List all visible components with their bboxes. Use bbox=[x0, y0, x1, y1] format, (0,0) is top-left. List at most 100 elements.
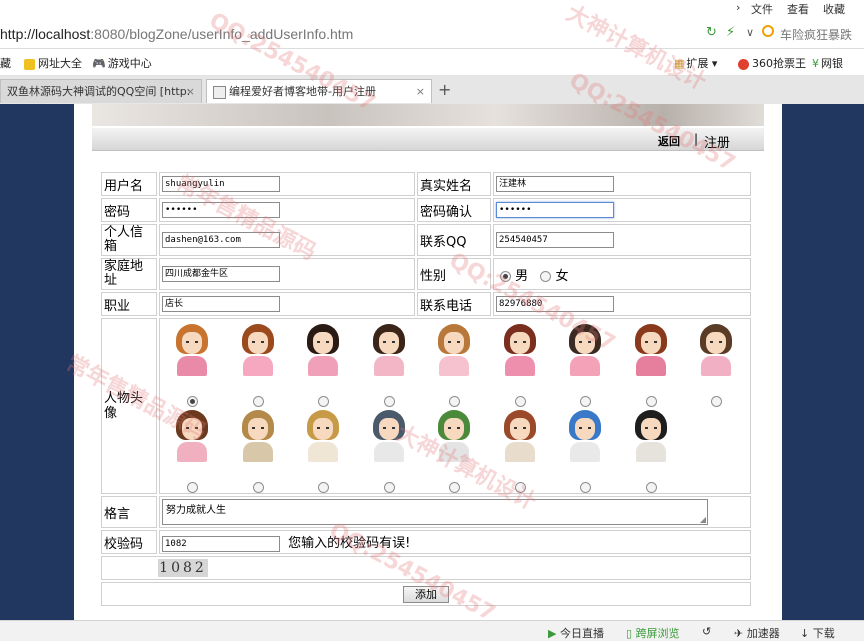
download-button[interactable]: ↓ 下载 bbox=[800, 625, 835, 641]
avatar-radio[interactable] bbox=[318, 482, 329, 493]
avatar-image bbox=[238, 408, 278, 464]
bookmark-extensions[interactable]: ▦ 扩展 ▾ bbox=[674, 55, 717, 71]
apps-grid-icon: ▦ bbox=[674, 57, 685, 70]
avatar-radio[interactable] bbox=[645, 482, 657, 493]
avatar-image bbox=[172, 322, 212, 378]
password-input[interactable]: •••••• bbox=[162, 202, 280, 218]
blog-banner bbox=[92, 104, 764, 126]
address-input[interactable]: 四川成都金牛区 bbox=[162, 266, 280, 282]
avatar-radio[interactable] bbox=[580, 396, 591, 407]
back-link[interactable]: 返回 bbox=[658, 133, 680, 149]
job-cell: 店长 bbox=[159, 292, 415, 316]
avatar-radio[interactable] bbox=[449, 482, 460, 493]
avatar-radio[interactable] bbox=[645, 396, 657, 407]
chevron-right-icon[interactable]: › bbox=[736, 1, 740, 14]
avatar-radio[interactable] bbox=[711, 396, 722, 407]
history-icon[interactable]: ↺ bbox=[702, 625, 711, 638]
realname-input[interactable]: 汪建林 bbox=[496, 176, 614, 192]
avatar-radio[interactable] bbox=[252, 396, 264, 407]
avatar-image bbox=[303, 408, 343, 464]
avatar-radio[interactable] bbox=[187, 482, 198, 493]
search-box-text[interactable]: 车险疯狂暴跌 bbox=[780, 26, 852, 43]
register-link[interactable]: 注册 bbox=[704, 132, 730, 151]
chevron-down-icon[interactable]: ∨ bbox=[746, 26, 754, 39]
bookmark-favorites[interactable]: 藏 bbox=[0, 55, 11, 71]
avatar-radio[interactable] bbox=[514, 396, 526, 407]
avatar-radio[interactable] bbox=[383, 396, 395, 407]
realname-label: 真实姓名 bbox=[417, 172, 491, 196]
lightning-icon[interactable]: ⚡ bbox=[726, 25, 735, 40]
email-label: 个人信箱 bbox=[101, 224, 157, 256]
close-icon[interactable]: × bbox=[186, 80, 195, 103]
tab-qq-space[interactable]: 双鱼林源码大神调试的QQ空间 [http: × bbox=[0, 79, 202, 103]
avatar-image bbox=[434, 322, 474, 378]
menu-file[interactable]: 文件 bbox=[751, 1, 773, 17]
gender-female-radio[interactable] bbox=[540, 270, 552, 282]
avatar-radio[interactable] bbox=[187, 396, 198, 407]
realname-cell: 汪建林 bbox=[493, 172, 751, 196]
email-cell: dashen@163.com bbox=[159, 224, 415, 256]
avatar-image bbox=[565, 408, 605, 464]
new-tab-button[interactable]: + bbox=[438, 80, 451, 99]
motto-textarea[interactable]: 努力成就人生 ◢ bbox=[162, 499, 708, 525]
code-input[interactable]: 1082 bbox=[162, 535, 280, 552]
avatar-radio[interactable] bbox=[252, 482, 264, 493]
avatar-image bbox=[303, 322, 343, 378]
avatar-grid bbox=[162, 320, 748, 493]
live-button[interactable]: ▶ 今日直播 bbox=[548, 625, 604, 641]
email-input[interactable]: dashen@163.com bbox=[162, 232, 280, 248]
bookmark-bar: 藏 网址大全 🎮 游戏中心 ▦ 扩展 ▾ 360抢票王 ¥ 网银 bbox=[0, 50, 864, 76]
confirm-password-label: 密码确认 bbox=[417, 198, 491, 222]
captcha-cell: 1082 bbox=[101, 556, 751, 580]
avatar-image bbox=[172, 408, 212, 464]
register-form: 用户名 shuangyulin 真实姓名 汪建林 密码 •••••• 密码确认 … bbox=[99, 170, 753, 608]
submit-cell: 添加 bbox=[101, 582, 751, 606]
avatar-image bbox=[369, 322, 409, 378]
confirm-password-input[interactable]: •••••• bbox=[496, 202, 614, 218]
menu-view[interactable]: 查看 bbox=[787, 1, 809, 17]
bookmark-ticket[interactable]: 360抢票王 bbox=[738, 55, 806, 71]
accelerator-button[interactable]: ✈ 加速器 bbox=[734, 625, 780, 641]
bookmark-bank[interactable]: ¥ 网银 bbox=[812, 55, 843, 71]
job-input[interactable]: 店长 bbox=[162, 296, 280, 312]
avatar-radio[interactable] bbox=[449, 396, 460, 407]
bookmark-games[interactable]: 🎮 游戏中心 bbox=[92, 55, 152, 71]
url-text[interactable]: http://localhost:8080/blogZone/userInfo_… bbox=[0, 26, 353, 42]
avatar-image bbox=[565, 322, 605, 378]
username-input[interactable]: shuangyulin bbox=[162, 176, 280, 192]
avatar-radio[interactable] bbox=[514, 482, 526, 493]
gender-female-label: 女 bbox=[555, 268, 569, 284]
phone-input[interactable]: 82976880 bbox=[496, 296, 614, 312]
tab-user-register[interactable]: 编程爱好者博客地带-用户注册 × bbox=[206, 79, 432, 103]
refresh-icon[interactable]: ↻ bbox=[706, 25, 717, 40]
add-button[interactable]: 添加 bbox=[403, 585, 449, 603]
gender-male-radio[interactable] bbox=[500, 270, 511, 282]
code-label: 校验码 bbox=[101, 530, 157, 554]
avatar-radio[interactable] bbox=[318, 396, 329, 407]
avatar-radio[interactable] bbox=[580, 482, 591, 493]
address-cell: 四川成都金牛区 bbox=[159, 258, 415, 290]
avatar-image bbox=[434, 408, 474, 464]
code-cell: 1082 您输入的校验码有误! bbox=[159, 530, 751, 554]
resize-handle-icon[interactable]: ◢ bbox=[700, 515, 706, 524]
avatar-label: 人物头像 bbox=[101, 318, 157, 494]
cross-screen-button[interactable]: ▯ 跨屏浏览 bbox=[626, 625, 680, 641]
address-label: 家庭地址 bbox=[101, 258, 157, 290]
avatar-image bbox=[238, 322, 278, 378]
close-icon[interactable]: × bbox=[416, 80, 425, 103]
qq-cell: 254540457 bbox=[493, 224, 751, 256]
captcha-image[interactable]: 1082 bbox=[158, 559, 208, 577]
search-engine-icon[interactable] bbox=[762, 25, 774, 37]
ticket-icon bbox=[738, 58, 749, 70]
address-bar[interactable]: http://localhost:8080/blogZone/userInfo_… bbox=[0, 20, 864, 49]
download-icon: ↓ bbox=[800, 627, 810, 640]
qq-input[interactable]: 254540457 bbox=[496, 232, 614, 248]
play-icon: ▶ bbox=[548, 627, 557, 640]
avatar-radio[interactable] bbox=[383, 482, 395, 493]
avatar-image bbox=[369, 408, 409, 464]
phone-label: 联系电话 bbox=[417, 292, 491, 316]
code-error-message: 您输入的校验码有误! bbox=[288, 536, 411, 552]
menu-favorites[interactable]: 收藏 bbox=[823, 1, 845, 17]
page-content: 返回 | 注册 用户名 shuangyulin 真实姓名 汪建林 密码 ••••… bbox=[74, 104, 782, 620]
bookmark-site-nav[interactable]: 网址大全 bbox=[24, 55, 82, 71]
